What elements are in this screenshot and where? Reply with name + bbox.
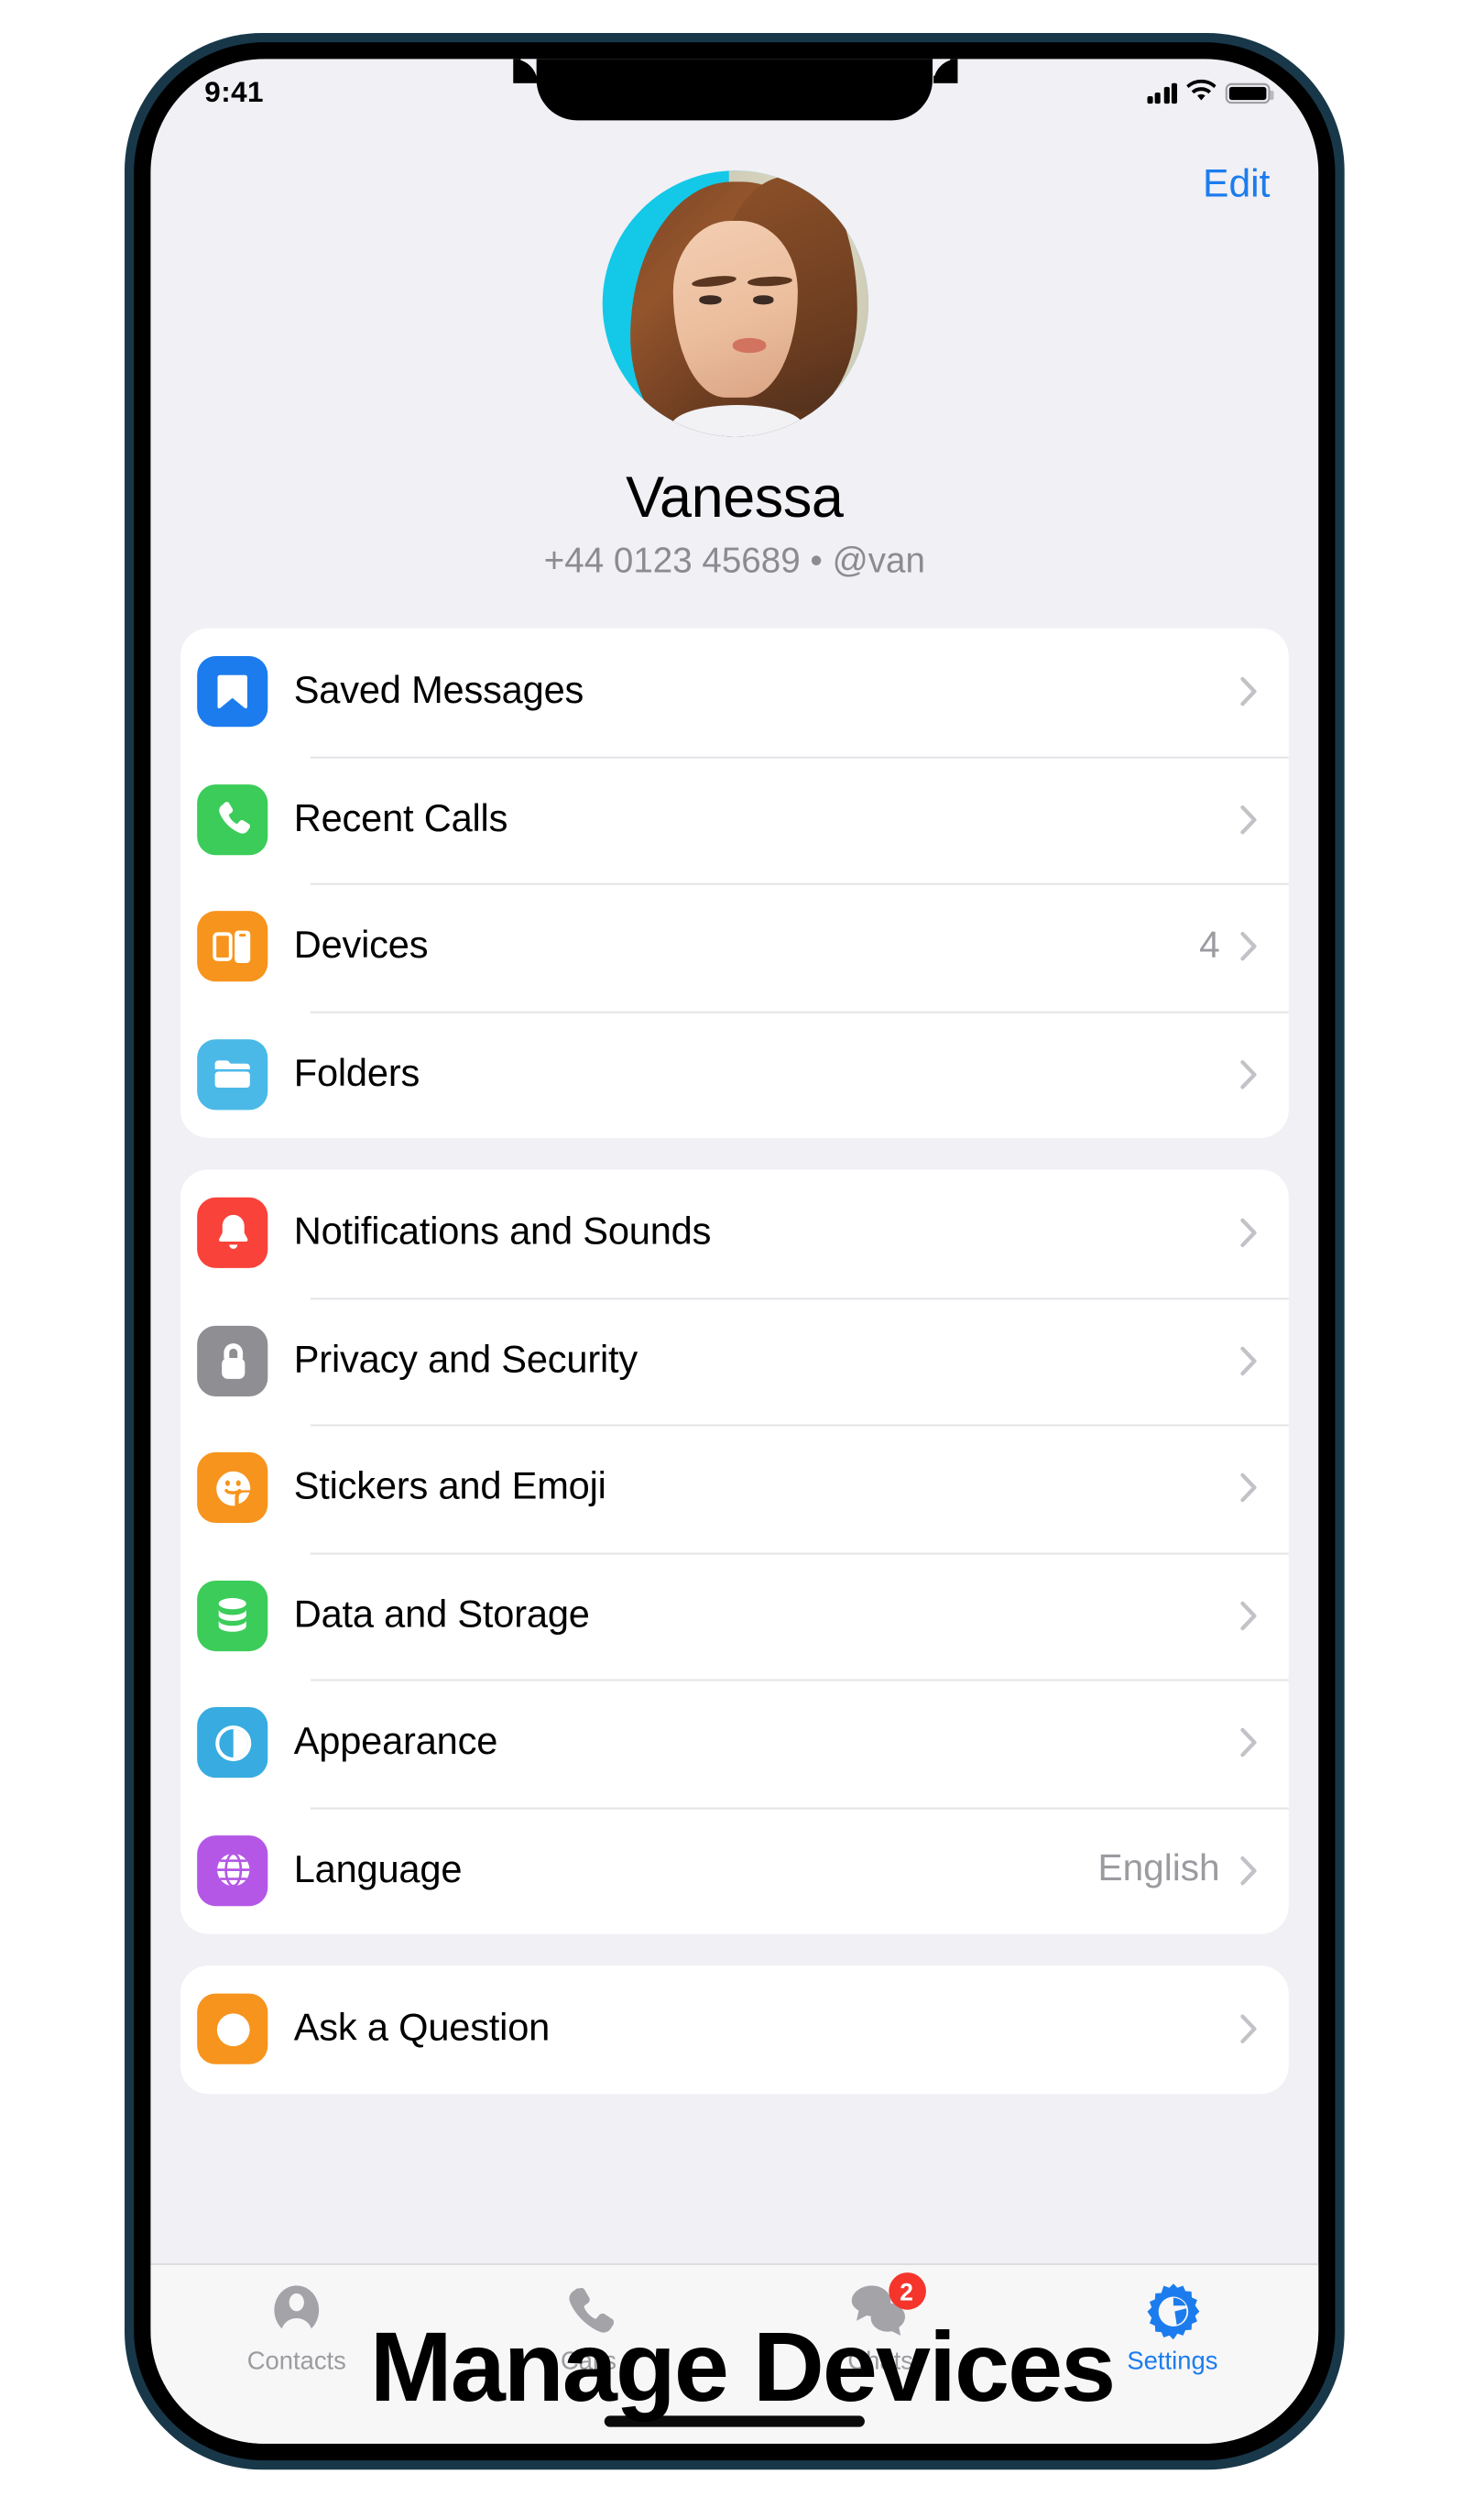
chevron-right-icon bbox=[1240, 1473, 1257, 1503]
settings-row-label: Appearance bbox=[293, 1720, 498, 1764]
settings-group-3: Ask a Question bbox=[180, 1965, 1289, 2094]
phone-frame: 9:41 Edit Vanessa +44 0123 45689 • @van … bbox=[125, 33, 1345, 2470]
notch-shoulder-left bbox=[512, 59, 537, 83]
settings-row[interactable]: Devices 4 bbox=[180, 882, 1289, 1011]
chevron-right-icon bbox=[1240, 1856, 1257, 1885]
avatar[interactable] bbox=[601, 170, 867, 437]
settings-row-label: Notifications and Sounds bbox=[293, 1210, 712, 1254]
sticker-icon bbox=[197, 1452, 268, 1524]
settings-row-label: Language bbox=[293, 1847, 463, 1891]
edit-button[interactable]: Edit bbox=[1203, 163, 1270, 208]
settings-row[interactable]: Recent Calls bbox=[180, 755, 1289, 883]
chevron-right-icon bbox=[1240, 805, 1257, 834]
settings-row[interactable]: Privacy and Security bbox=[180, 1297, 1289, 1424]
chevron-right-icon bbox=[1240, 1219, 1257, 1248]
chevron-right-icon bbox=[1240, 677, 1257, 706]
settings-row-label: Recent Calls bbox=[293, 796, 508, 840]
settings-row[interactable]: Saved Messages bbox=[180, 629, 1289, 756]
settings-row[interactable]: Ask a Question bbox=[180, 1965, 1289, 2093]
settings-groups: Saved Messages Recent Calls Devices 4 Folder… bbox=[150, 628, 1318, 2094]
settings-row-label: Data and Storage bbox=[293, 1593, 590, 1637]
settings-row[interactable]: Language English bbox=[180, 1806, 1289, 1934]
settings-row[interactable]: Data and Storage bbox=[180, 1551, 1289, 1679]
database-icon bbox=[197, 1580, 268, 1651]
settings-row-value: English bbox=[1097, 1848, 1220, 1890]
chevron-right-icon bbox=[1240, 1346, 1257, 1375]
settings-row[interactable]: Folders bbox=[180, 1010, 1289, 1138]
chevron-right-icon bbox=[1240, 1728, 1257, 1757]
settings-row-label: Ask a Question bbox=[293, 2007, 551, 2051]
tab-badge: 2 bbox=[888, 2272, 925, 2310]
notch bbox=[536, 59, 933, 121]
profile-name: Vanessa bbox=[626, 464, 844, 531]
lock-icon bbox=[197, 1325, 268, 1396]
settings-row-label: Saved Messages bbox=[293, 669, 584, 713]
bookmark-icon bbox=[197, 656, 268, 728]
globe-icon bbox=[197, 1834, 268, 1906]
profile-subtitle: +44 0123 45689 • @van bbox=[543, 542, 925, 582]
phone-bezel: 9:41 Edit Vanessa +44 0123 45689 • @van … bbox=[134, 42, 1336, 2461]
settings-row-label: Stickers and Emoji bbox=[293, 1465, 606, 1509]
settings-group-1: Saved Messages Recent Calls Devices 4 Folder… bbox=[180, 628, 1289, 1138]
settings-row-value: 4 bbox=[1199, 925, 1220, 967]
contrast-icon bbox=[197, 1707, 268, 1779]
chevron-right-icon bbox=[1240, 1059, 1257, 1089]
settings-row[interactable]: Stickers and Emoji bbox=[180, 1424, 1289, 1551]
phone-screen: 9:41 Edit Vanessa +44 0123 45689 • @van … bbox=[150, 59, 1319, 2444]
settings-row-label: Folders bbox=[293, 1051, 420, 1095]
settings-row-label: Privacy and Security bbox=[293, 1338, 638, 1382]
chevron-right-icon bbox=[1240, 2014, 1257, 2044]
question-icon bbox=[197, 1994, 268, 2065]
profile-header: Vanessa +44 0123 45689 • @van bbox=[150, 120, 1318, 583]
devices-icon bbox=[197, 911, 268, 982]
bell-icon bbox=[197, 1198, 268, 1269]
settings-row-label: Devices bbox=[293, 924, 429, 968]
settings-group-2: Notifications and Sounds Privacy and Secu… bbox=[180, 1169, 1289, 1934]
caption-title: Manage Devices bbox=[369, 2311, 1116, 2422]
settings-scroll-view[interactable]: Edit Vanessa +44 0123 45689 • @van Saved… bbox=[150, 59, 1318, 2443]
settings-row[interactable]: Appearance bbox=[180, 1679, 1289, 1807]
chevron-right-icon bbox=[1240, 1601, 1257, 1630]
chevron-right-icon bbox=[1240, 932, 1257, 961]
notch-shoulder-right bbox=[933, 59, 957, 83]
folder-icon bbox=[197, 1038, 268, 1110]
settings-row[interactable]: Notifications and Sounds bbox=[180, 1169, 1289, 1297]
phone-icon bbox=[197, 783, 268, 855]
